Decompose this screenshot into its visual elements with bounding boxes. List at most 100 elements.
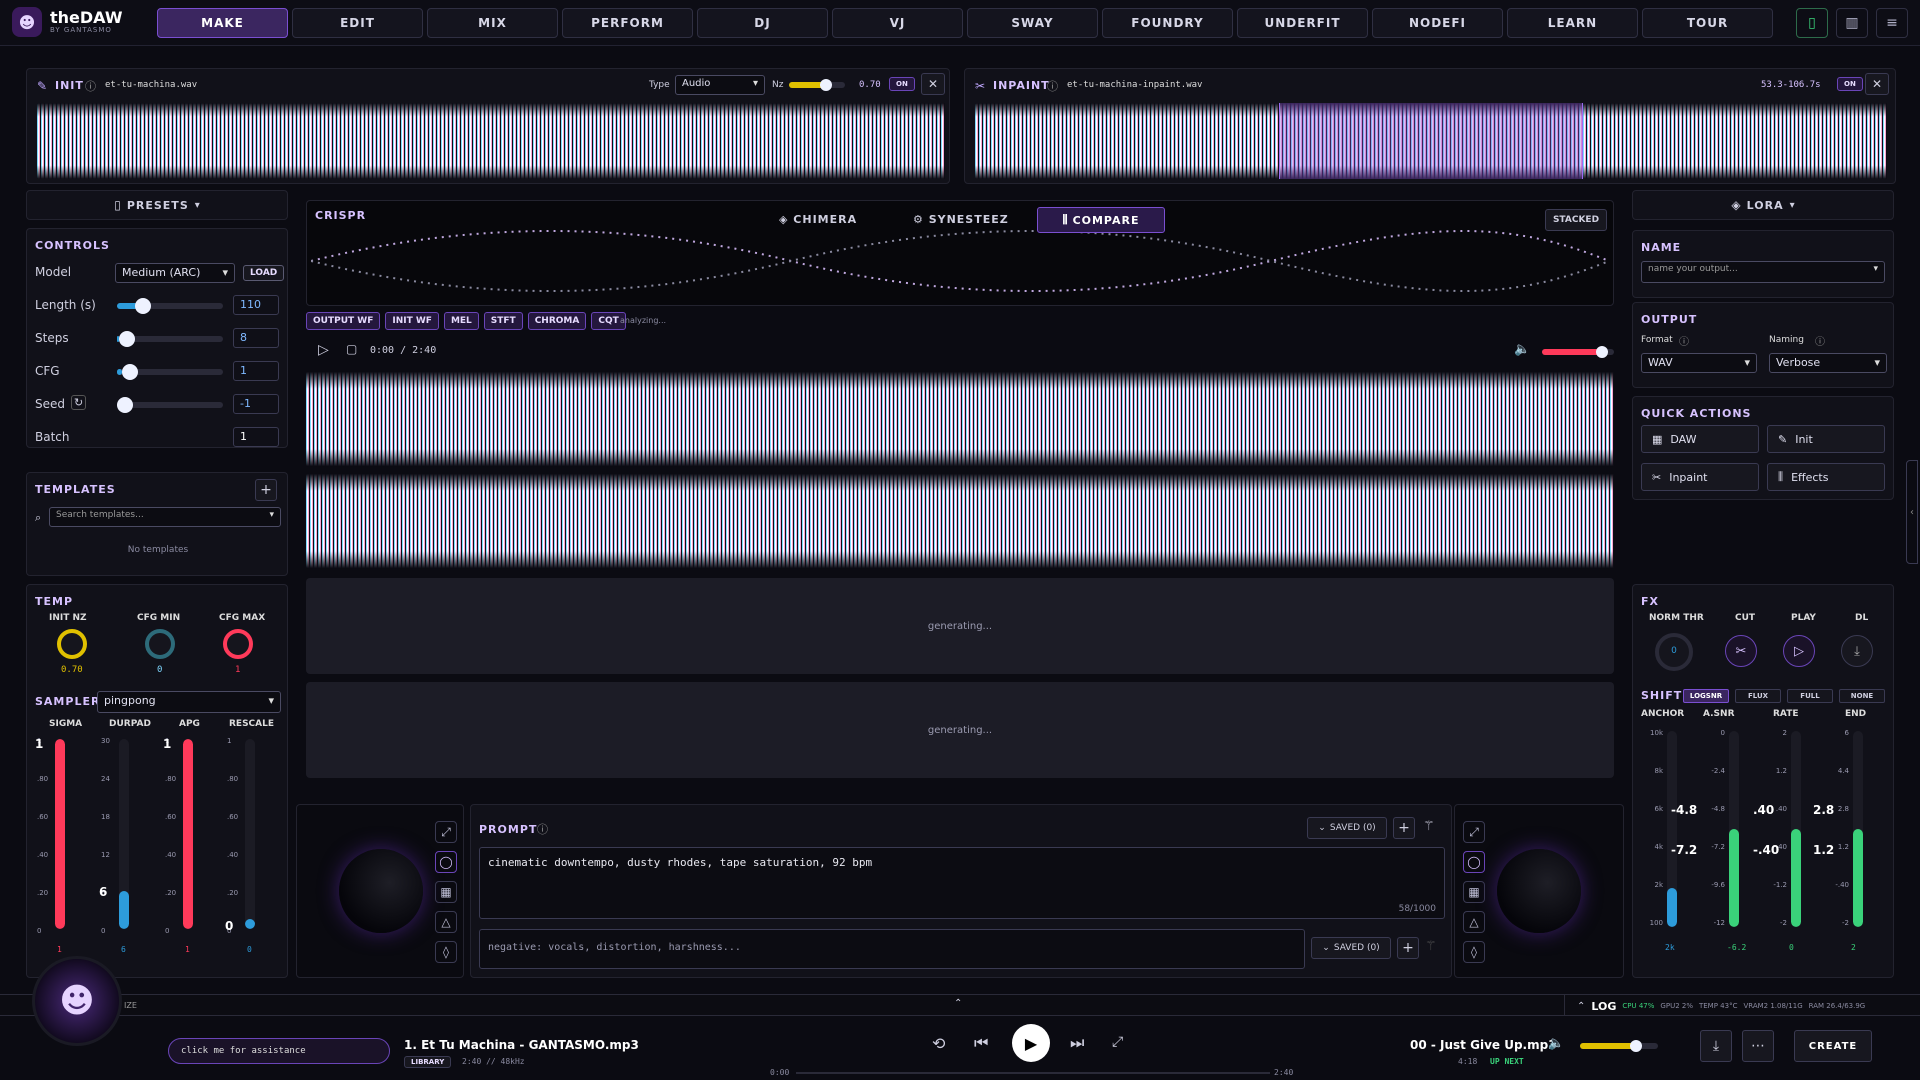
assistant-avatar[interactable]: ☻ [32,956,122,1046]
shift-fader-asnr[interactable] [1729,731,1739,927]
quick-inpaint-button[interactable]: ✂ Inpaint [1641,463,1759,491]
steps-input[interactable]: 8 [233,328,279,348]
expand-icon-right[interactable]: ⤢ [1463,821,1485,843]
drop-icon-right[interactable]: ◊ [1463,941,1485,963]
fader-durpad[interactable] [119,739,129,929]
next-icon[interactable]: ⏭ [1070,1033,1084,1053]
cfg-max-knob[interactable] [223,629,253,659]
saved-negative-button[interactable]: ⌄ SAVED (0) [1311,937,1391,959]
fader-sigma[interactable] [55,739,65,929]
right-orb[interactable] [1497,849,1581,933]
player-volume-slider[interactable] [1580,1040,1658,1052]
repeat-icon[interactable]: ⟲ [932,1034,945,1053]
assistance-button[interactable]: click me for assistance [168,1038,390,1064]
output-waveform-1[interactable] [306,372,1614,466]
circle-icon-right[interactable]: ◯ [1463,851,1485,873]
load-button[interactable]: LOAD [243,265,285,281]
saved-prompts-button[interactable]: ⌄ SAVED (0) [1307,817,1387,839]
shift-fader-rate[interactable] [1791,731,1801,927]
name-input[interactable]: name your output... [1641,261,1885,283]
menu-icon[interactable]: ≡ [1876,8,1908,38]
quick-init-button[interactable]: ✎ Init [1767,425,1885,453]
more-options-button[interactable]: ⋯ [1742,1030,1774,1062]
player-volume-icon[interactable]: 🔈 [1548,1036,1564,1051]
type-select[interactable]: Audio [675,75,765,95]
prompt-textarea[interactable]: cinematic downtempo, dusty rhodes, tape … [479,847,1445,919]
naming-info-icon[interactable]: ⓘ [1815,333,1825,348]
inpaint-close-button[interactable]: ✕ [1865,73,1889,95]
sampler-select[interactable]: pingpong [97,691,281,713]
tab-edit[interactable]: EDIT [292,8,423,38]
tab-nodefi[interactable]: NODEFI [1372,8,1503,38]
steps-slider[interactable] [117,331,223,347]
tab-perform[interactable]: PERFORM [562,8,693,38]
presets-button[interactable]: ▯ PRESETS ▾ [26,190,288,220]
progress-bar[interactable] [796,1072,1270,1074]
format-info-icon[interactable]: ⓘ [1679,333,1689,348]
cut-button[interactable]: ✂ [1725,635,1757,667]
download-button[interactable]: ⤓ [1841,635,1873,667]
shift-none[interactable]: NONE [1839,689,1885,703]
template-search-input[interactable]: Search templates... [49,507,281,527]
mountain-icon[interactable]: △ [435,911,457,933]
fader-apg[interactable] [183,739,193,929]
volume-icon[interactable]: 🔈 [1514,342,1530,357]
inpaint-on-toggle[interactable]: ON [1837,77,1863,91]
view-init-wf[interactable]: INIT WF [385,312,439,330]
crispr-tab-compare[interactable]: ⫼ COMPARE [1037,207,1165,233]
library-badge[interactable]: LIBRARY [404,1056,452,1068]
book-icon[interactable]: ▥ [1836,8,1868,38]
right-collapse-handle[interactable]: ‹ [1906,460,1918,564]
model-select[interactable]: Medium (ARC) [115,263,235,283]
add-prompt-button[interactable]: + [1393,817,1415,839]
fx-play-button[interactable]: ▷ [1783,635,1815,667]
crispr-visual[interactable] [311,221,1609,301]
length-input[interactable]: 110 [233,295,279,315]
view-chroma[interactable]: CHROMA [527,312,587,330]
play-pause-button[interactable]: ▶ [1012,1024,1050,1062]
seed-input[interactable]: -1 [233,394,279,414]
mobile-icon[interactable]: ▯ [1796,8,1828,38]
add-negative-button[interactable]: + [1397,937,1419,959]
previous-icon[interactable]: ⏮ [974,1033,988,1053]
shift-full[interactable]: FULL [1787,689,1833,703]
length-slider[interactable] [117,298,223,314]
view-stft[interactable]: STFT [483,312,523,330]
negative-prompt-input[interactable]: negative: vocals, distortion, harshness.… [479,929,1305,969]
view-output-wf[interactable]: OUTPUT WF [306,312,381,330]
seed-slider[interactable] [117,397,223,413]
shift-fader-anchor[interactable] [1667,731,1677,927]
inpaint-region[interactable] [1279,103,1583,179]
tab-vj[interactable]: VJ [832,8,963,38]
prompt-info-icon[interactable]: ⓘ [537,821,548,837]
cfg-min-knob[interactable] [145,629,175,659]
tab-underfit[interactable]: UNDERFIT [1237,8,1368,38]
inpaint-info-icon[interactable]: ⓘ [1047,78,1058,94]
play-icon[interactable]: ▷ [318,342,329,358]
log-bar[interactable]: ⌃ LOG CPU 47% GPU2 2% TEMP 43°C VRAM2 1.… [1564,995,1920,1017]
format-select[interactable]: WAV [1641,353,1757,373]
shift-flux[interactable]: FLUX [1735,689,1781,703]
mountain-icon-right[interactable]: △ [1463,911,1485,933]
fader-rescale[interactable] [245,739,255,929]
add-template-button[interactable]: + [255,479,277,501]
tab-make[interactable]: MAKE [157,8,288,38]
negative-wand-icon[interactable]: ⚚ [1425,939,1437,954]
shift-logsnr[interactable]: LOGSNR [1683,689,1729,703]
init-waveform[interactable] [37,103,945,179]
create-button[interactable]: CREATE [1794,1030,1872,1062]
lora-button[interactable]: ◈ LORA ▾ [1632,190,1894,220]
output-waveform-2[interactable] [306,474,1614,568]
init-nz-knob[interactable] [57,629,87,659]
compare-volume-slider[interactable] [1542,346,1614,358]
stop-icon[interactable]: ▢ [346,342,357,356]
grid-icon-right[interactable]: ▦ [1463,881,1485,903]
magic-wand-icon[interactable]: ⚚ [1423,819,1435,834]
fullscreen-icon[interactable]: ⤢ [1112,1034,1123,1050]
stacked-button[interactable]: STACKED [1545,209,1607,231]
refresh-icon[interactable]: ↻ [71,395,87,410]
player-download-button[interactable]: ⤓ [1700,1030,1732,1062]
expand-icon[interactable]: ⤢ [435,821,457,843]
quick-daw-button[interactable]: ▦ DAW [1641,425,1759,453]
init-close-button[interactable]: ✕ [921,73,945,95]
